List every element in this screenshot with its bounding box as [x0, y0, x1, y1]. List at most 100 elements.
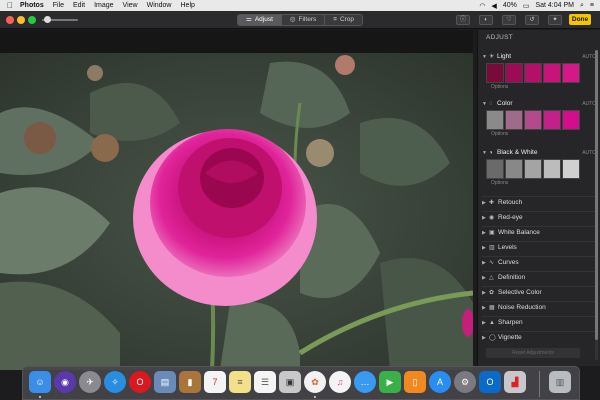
- tool-definition[interactable]: ▶ △ Definition: [482, 271, 596, 283]
- ibooks-icon[interactable]: ▯: [404, 371, 426, 393]
- bw-options[interactable]: Options: [491, 180, 596, 186]
- chevron-down-icon[interactable]: ▼: [482, 101, 489, 107]
- color-thumb[interactable]: [524, 110, 542, 130]
- chevron-right-icon[interactable]: ▶: [482, 335, 489, 341]
- chevron-right-icon[interactable]: ▶: [482, 200, 489, 206]
- compare-icon[interactable]: ◐: [479, 15, 493, 25]
- light-thumb[interactable]: [505, 63, 523, 83]
- menu-app-name[interactable]: Photos: [20, 2, 44, 9]
- menu-file[interactable]: File: [53, 2, 64, 9]
- zoom-slider-knob[interactable]: [44, 16, 51, 23]
- chevron-right-icon[interactable]: ▶: [482, 230, 489, 236]
- bw-thumb[interactable]: [486, 159, 504, 179]
- battery-icon[interactable]: ▭: [523, 2, 530, 10]
- tool-sharpen[interactable]: ▶ ▲ Sharpen: [482, 316, 596, 328]
- menu-edit[interactable]: Edit: [73, 2, 85, 9]
- reset-adjustments-button[interactable]: Reset Adjustments: [486, 348, 580, 358]
- light-thumb[interactable]: [524, 63, 542, 83]
- bw-thumb[interactable]: [524, 159, 542, 179]
- grab-icon[interactable]: ▟: [504, 371, 526, 393]
- light-thumb[interactable]: [486, 63, 504, 83]
- chevron-down-icon[interactable]: ▼: [482, 150, 489, 156]
- launchpad-icon[interactable]: ✈: [79, 371, 101, 393]
- chevron-right-icon[interactable]: ▶: [482, 245, 489, 251]
- notification-center-icon[interactable]: ≡: [590, 2, 594, 9]
- tab-crop[interactable]: ⌗ Crop: [325, 15, 363, 25]
- color-thumb[interactable]: [505, 110, 523, 130]
- wifi-icon[interactable]: ◠: [479, 2, 485, 10]
- finder-icon[interactable]: ☺: [29, 371, 51, 393]
- close-window-icon[interactable]: [6, 16, 14, 24]
- chevron-down-icon[interactable]: ▼: [482, 54, 489, 60]
- outlook-icon[interactable]: O: [479, 371, 501, 393]
- tool-vignette[interactable]: ▶ ◯ Vignette: [482, 331, 596, 343]
- tool-selective-color[interactable]: ▶ ✿ Selective Color: [482, 286, 596, 298]
- calendar-icon[interactable]: 7: [204, 371, 226, 393]
- minimize-window-icon[interactable]: [17, 16, 25, 24]
- siri-icon[interactable]: ◉: [54, 371, 76, 393]
- spotlight-icon[interactable]: ⌕: [580, 2, 584, 10]
- facetime-icon[interactable]: ▶: [379, 371, 401, 393]
- tool-noise-reduction[interactable]: ▶ ▦ Noise Reduction: [482, 301, 596, 313]
- tab-adjust[interactable]: ⚌ Adjust: [238, 15, 282, 25]
- bw-thumb[interactable]: [505, 159, 523, 179]
- itunes-icon[interactable]: ♫: [329, 371, 351, 393]
- bw-thumbnail-strip[interactable]: [486, 159, 580, 179]
- done-button[interactable]: Done: [569, 14, 591, 25]
- battery-percent[interactable]: 40%: [503, 2, 517, 9]
- contacts-icon[interactable]: ▮: [179, 371, 201, 393]
- chevron-right-icon[interactable]: ▶: [482, 290, 489, 296]
- rotate-icon[interactable]: ↺: [525, 15, 539, 25]
- chevron-right-icon[interactable]: ▶: [482, 260, 489, 266]
- favorite-heart-icon[interactable]: ♡: [502, 15, 516, 25]
- chevron-right-icon[interactable]: ▶: [482, 320, 489, 326]
- auto-button[interactable]: AUTO: [582, 150, 596, 156]
- bw-thumb[interactable]: [562, 159, 580, 179]
- photos-icon[interactable]: ✿: [304, 371, 326, 393]
- panel-scrollbar[interactable]: [595, 50, 598, 360]
- color-thumbnail-strip[interactable]: [486, 110, 580, 130]
- tab-filters[interactable]: ◎ Filters: [281, 15, 326, 25]
- panel-scrollbar-knob[interactable]: [595, 50, 598, 340]
- section-light-header[interactable]: ▼ ☀ Light AUTO: [482, 52, 596, 61]
- notes-icon[interactable]: ≡: [229, 371, 251, 393]
- preview-icon[interactable]: ▤: [154, 371, 176, 393]
- app-store-icon[interactable]: A: [429, 371, 451, 393]
- chevron-right-icon[interactable]: ▶: [482, 305, 489, 311]
- tool-curves[interactable]: ▶ ∿ Curves: [482, 256, 596, 268]
- color-thumb[interactable]: [543, 110, 561, 130]
- info-icon[interactable]: ⓘ: [456, 15, 470, 25]
- tool-white-balance[interactable]: ▶ ▣ White Balance: [482, 226, 596, 238]
- light-options[interactable]: Options: [491, 84, 596, 90]
- volume-icon[interactable]: ◀: [491, 2, 496, 10]
- menu-image[interactable]: Image: [94, 2, 113, 9]
- light-thumb[interactable]: [543, 63, 561, 83]
- chevron-right-icon[interactable]: ▶: [482, 215, 489, 221]
- menu-window[interactable]: Window: [147, 2, 172, 9]
- menu-view[interactable]: View: [123, 2, 138, 9]
- rose-photo[interactable]: [0, 53, 473, 370]
- chevron-right-icon[interactable]: ▶: [482, 275, 489, 281]
- photo-booth-icon[interactable]: ▣: [279, 371, 301, 393]
- bw-thumb[interactable]: [543, 159, 561, 179]
- auto-button[interactable]: AUTO: [582, 101, 596, 107]
- system-preferences-icon[interactable]: ⚙: [454, 371, 476, 393]
- light-thumbnail-strip[interactable]: [486, 63, 580, 83]
- clock[interactable]: Sat 4:04 PM: [535, 2, 574, 9]
- color-thumb[interactable]: [486, 110, 504, 130]
- tool-red-eye[interactable]: ▶ ◉ Red-eye: [482, 211, 596, 223]
- color-thumb[interactable]: [562, 110, 580, 130]
- opera-icon[interactable]: O: [129, 371, 151, 393]
- color-options[interactable]: Options: [491, 131, 596, 137]
- menu-help[interactable]: Help: [181, 2, 195, 9]
- auto-button[interactable]: AUTO: [582, 54, 596, 60]
- apple-icon[interactable]: : [6, 1, 14, 10]
- trash-icon[interactable]: ▥: [549, 371, 571, 393]
- messages-icon[interactable]: …: [354, 371, 376, 393]
- enhance-wand-icon[interactable]: ✦: [548, 15, 562, 25]
- tool-retouch[interactable]: ▶ ✚ Retouch: [482, 196, 596, 208]
- section-color-header[interactable]: ▼ ◌ Color AUTO: [482, 99, 596, 108]
- tool-levels[interactable]: ▶ ▥ Levels: [482, 241, 596, 253]
- reminders-icon[interactable]: ☰: [254, 371, 276, 393]
- safari-icon[interactable]: ✧: [104, 371, 126, 393]
